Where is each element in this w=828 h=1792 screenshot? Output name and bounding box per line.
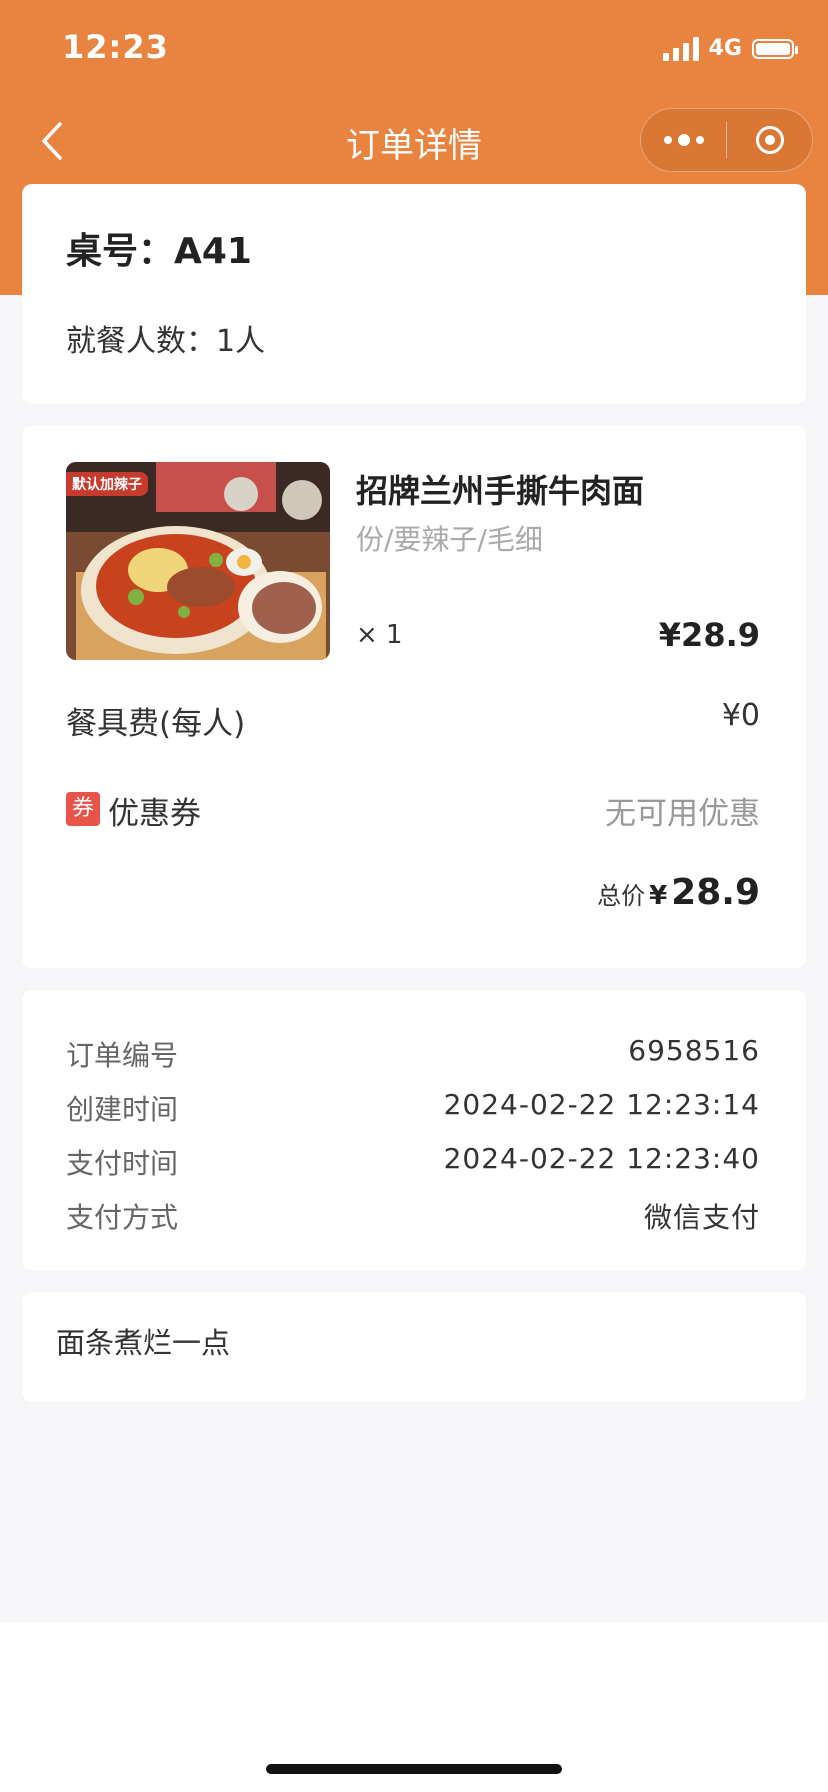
dish-price: ¥28.9: [658, 616, 760, 654]
total-price: 总价 ¥ 28.9: [597, 872, 760, 913]
network-type: 4G: [708, 36, 742, 61]
paid-time-value: 2024-02-22 12:23:40: [443, 1142, 760, 1175]
total-value: 28.9: [671, 872, 760, 913]
tableware-fee-value: ¥0: [721, 698, 760, 733]
coupon-icon: 券: [66, 792, 100, 826]
order-remark: 面条煮烂一点: [56, 1326, 231, 1360]
created-time-label: 创建时间: [66, 1093, 179, 1126]
dish-image[interactable]: 默认加辣子: [66, 462, 330, 660]
dish-quantity: × 1: [356, 620, 403, 650]
home-indicator[interactable]: [266, 1764, 562, 1774]
order-info-card: 订单编号 6958516 创建时间 2024-02-22 12:23:14 支付…: [22, 990, 806, 1270]
battery-icon: [752, 38, 798, 59]
coupon-label[interactable]: 优惠券: [108, 788, 201, 833]
payment-method-value: 微信支付: [643, 1201, 760, 1234]
dish-spec: 份/要辣子/毛细: [356, 523, 543, 556]
signal-icon: [662, 36, 699, 61]
more-button[interactable]: [641, 109, 726, 171]
close-button[interactable]: [727, 109, 812, 171]
remark-card: 面条煮烂一点: [22, 1292, 806, 1402]
status-indicators: 4G: [662, 36, 798, 61]
coupon-value[interactable]: 无可用优惠: [605, 788, 760, 833]
dish-badge: 默认加辣子: [66, 472, 148, 496]
status-time: 12:23: [62, 28, 169, 66]
total-currency: ¥: [649, 881, 668, 911]
table-info-card: 桌号：A41 就餐人数：1人: [22, 184, 806, 404]
created-time-value: 2024-02-22 12:23:14: [443, 1088, 760, 1121]
tableware-fee-label: 餐具费(每人): [66, 706, 246, 742]
order-number-label: 订单编号: [66, 1039, 179, 1072]
target-icon: [755, 126, 784, 154]
order-item-card: 默认加辣子 招牌兰州手撕牛肉面 份/要辣子/毛细 × 1 ¥28.9 餐具费(每…: [22, 426, 806, 968]
payment-method-label: 支付方式: [66, 1201, 179, 1234]
more-dots-icon: [663, 134, 704, 146]
mini-program-capsule: [640, 108, 813, 172]
paid-time-label: 支付时间: [66, 1147, 179, 1180]
order-number-value: 6958516: [628, 1034, 760, 1067]
total-label: 总价: [597, 882, 646, 910]
table-number: 桌号：A41: [66, 231, 252, 272]
dish-name: 招牌兰州手撕牛肉面: [356, 472, 645, 510]
diner-count: 就餐人数：1人: [66, 324, 266, 359]
